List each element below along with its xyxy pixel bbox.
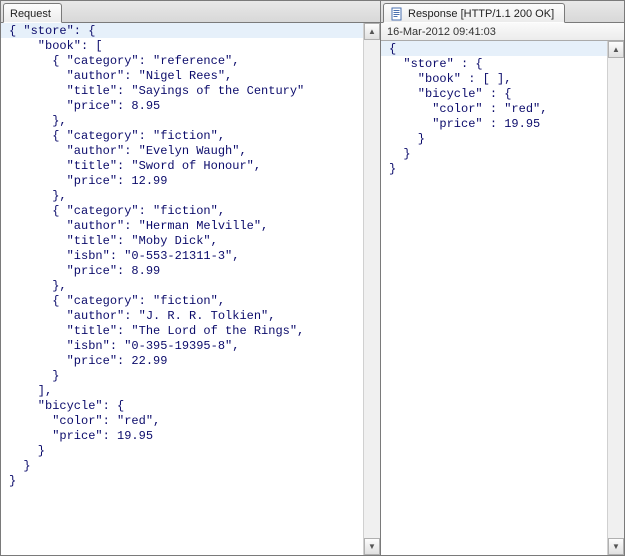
response-panel: Response [HTTP/1.1 200 OK] 16-Mar-2012 0… [380, 0, 625, 556]
split-container: Request { "store": { "book": [ { "catego… [0, 0, 625, 556]
scroll-down-button[interactable]: ▼ [608, 538, 624, 555]
response-content: { "store" : { "book" : [ ], "bicycle" : … [381, 41, 624, 555]
response-json[interactable]: { "store" : { "book" : [ ], "bicycle" : … [381, 41, 624, 183]
request-tab-label: Request [10, 8, 51, 20]
request-panel: Request { "store": { "book": [ { "catego… [0, 0, 380, 556]
request-tab[interactable]: Request [3, 3, 62, 23]
scroll-down-button[interactable]: ▼ [364, 538, 380, 555]
response-tabbar: Response [HTTP/1.1 200 OK] [381, 1, 624, 23]
request-content: { "store": { "book": [ { "category": "re… [1, 23, 380, 555]
response-timestamp: 16-Mar-2012 09:41:03 [387, 26, 496, 38]
document-icon [390, 7, 404, 21]
response-tab[interactable]: Response [HTTP/1.1 200 OK] [383, 3, 565, 23]
response-timestamp-bar: 16-Mar-2012 09:41:03 [381, 23, 624, 41]
request-json[interactable]: { "store": { "book": [ { "category": "re… [1, 23, 380, 495]
request-tabbar: Request [1, 1, 380, 23]
response-tab-label: Response [HTTP/1.1 200 OK] [408, 8, 554, 20]
